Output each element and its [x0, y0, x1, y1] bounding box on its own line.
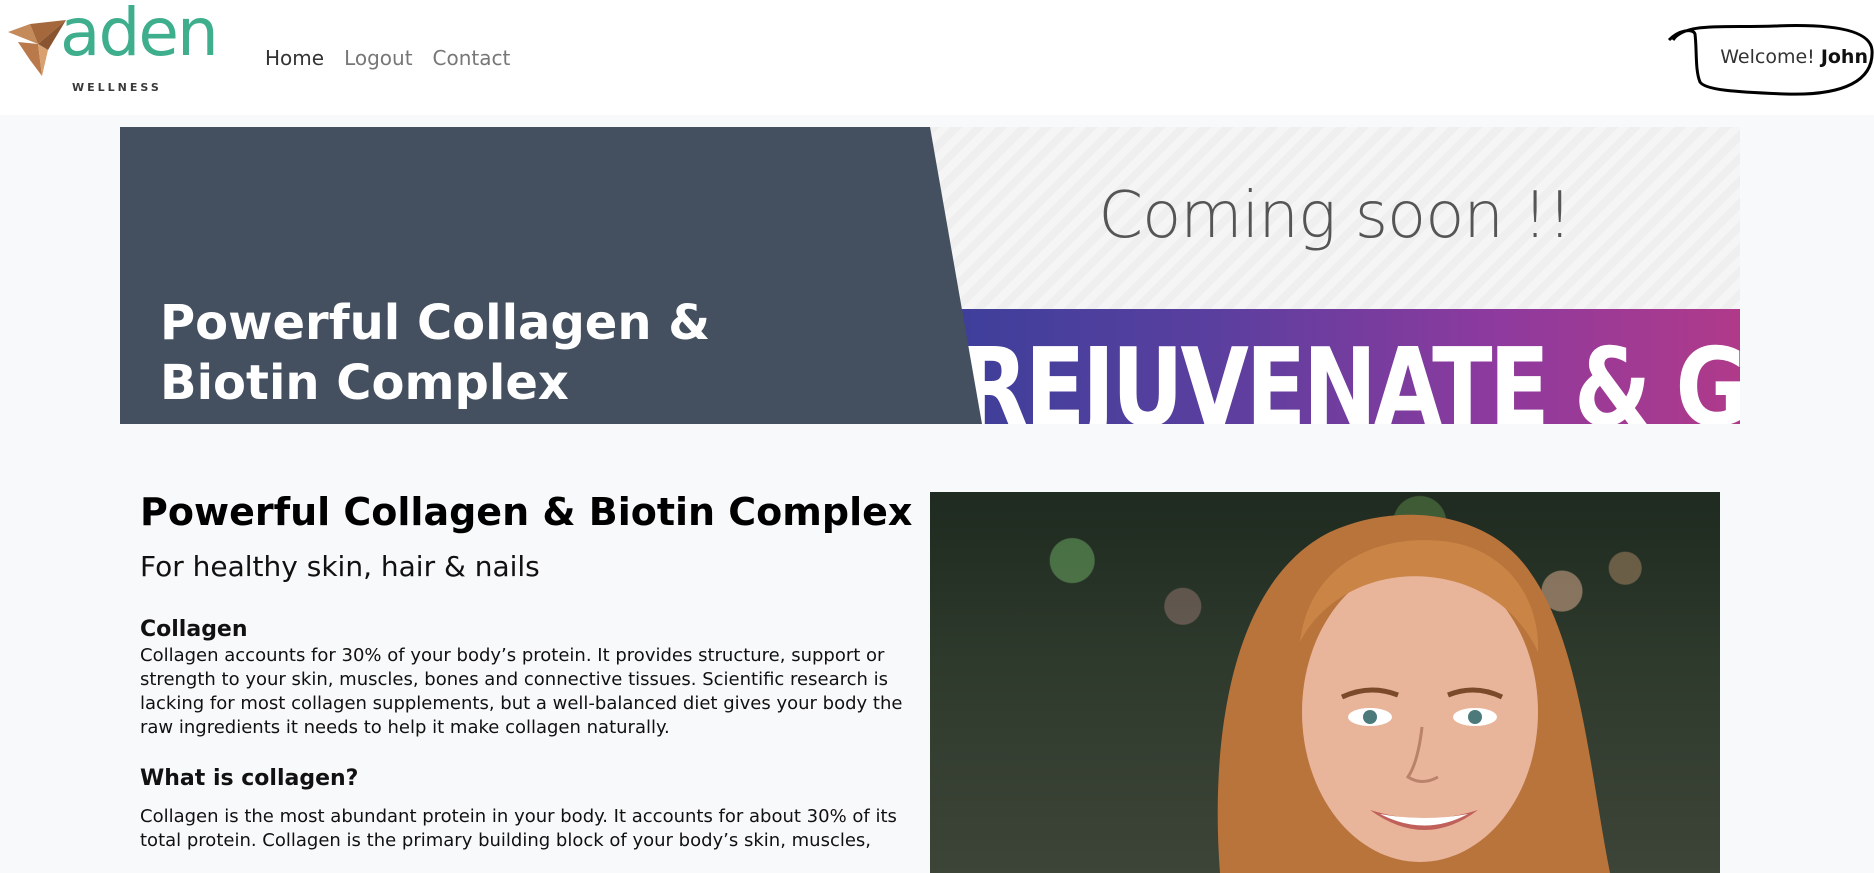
nav-links: Home Logout Contact [265, 46, 510, 70]
banner-title-panel: Powerful Collagen & Biotin Complex [120, 127, 982, 424]
welcome-prefix: Welcome! [1720, 46, 1815, 68]
woman-portrait-image [930, 492, 1720, 873]
nav-logout-link[interactable]: Logout [344, 46, 412, 70]
collagen-heading: Collagen [140, 616, 248, 642]
page-title: Powerful Collagen & Biotin Complex [140, 490, 913, 534]
promo-text: REJUVENATE & GLOW [960, 326, 1740, 425]
origami-bird-icon [8, 20, 66, 76]
product-description: Powerful Collagen & Biotin Complex For h… [140, 490, 915, 853]
brand-tagline: WELLNESS [72, 81, 162, 94]
portrait-illustration [1217, 514, 1610, 873]
promo-image: Coming soon !! REJUVENATE & GLOW [930, 127, 1740, 424]
brand-name: aden [60, 0, 219, 71]
promo-strip: REJUVENATE & GLOW [930, 309, 1740, 424]
brand-logo[interactable]: aden WELLNESS [8, 0, 233, 96]
navbar: aden WELLNESS Home Logout Contact Welcom… [0, 0, 1874, 115]
nav-contact-link[interactable]: Contact [433, 46, 511, 70]
coming-soon-text: Coming soon !! [1098, 179, 1572, 253]
page-subtitle: For healthy skin, hair & nails [140, 549, 540, 583]
collagen-paragraph: Collagen accounts for 30% of your body’s… [140, 644, 903, 738]
nav-home-link[interactable]: Home [265, 46, 324, 70]
welcome-user: John [1820, 46, 1868, 68]
what-is-collagen-paragraph: Collagen is the most abundant protein in… [140, 805, 897, 851]
banner-title: Powerful Collagen & Biotin Complex [160, 295, 711, 411]
hero-banner: Coming soon !! REJUVENATE & GLOW Powerfu… [120, 127, 1740, 424]
what-is-collagen-heading: What is collagen? [140, 765, 359, 791]
welcome-message: Welcome! John [1720, 46, 1868, 68]
